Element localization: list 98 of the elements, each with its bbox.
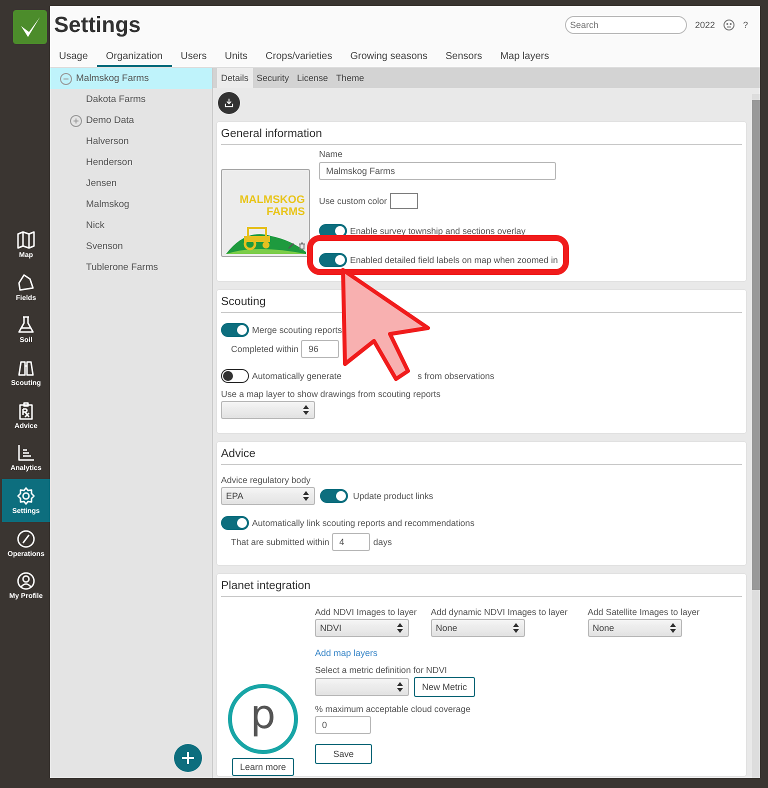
updown-icon xyxy=(512,622,520,634)
dropdown[interactable]: None xyxy=(588,619,682,637)
field-label: Use custom color xyxy=(319,196,387,206)
tree-item[interactable]: Tublerone Farms xyxy=(50,257,212,278)
toggle-switch[interactable] xyxy=(221,516,249,530)
tree-item[interactable]: Halverson xyxy=(50,131,212,152)
updown-icon xyxy=(302,404,310,416)
tree-label: Jensen xyxy=(86,178,117,189)
toggle-label: Automatically generate xyxy=(252,371,342,381)
tree-item[interactable]: Dakota Farms xyxy=(50,89,212,110)
toggle-label: Enable survey township and sections overlay xyxy=(350,226,526,236)
field-shape-icon xyxy=(16,272,36,293)
tab[interactable]: Usage xyxy=(50,51,97,67)
tab[interactable]: Sensors xyxy=(436,51,492,67)
toggle-label: Automatically link scouting reports and recommendations xyxy=(252,518,474,528)
tree-item[interactable]: Nick xyxy=(50,215,212,236)
updown-icon xyxy=(396,681,404,693)
tree-label: Demo Data xyxy=(86,115,134,126)
scrollbar[interactable] xyxy=(752,94,760,778)
tree-item[interactable]: Malmskog xyxy=(50,194,212,215)
app-logo[interactable] xyxy=(13,10,47,44)
logo-text: MALMSKOG FARMS xyxy=(238,194,305,218)
learn-more-button[interactable]: Learn more xyxy=(232,758,294,776)
toggle-switch[interactable] xyxy=(221,369,249,383)
tab[interactable]: Theme xyxy=(332,68,368,88)
settings-icon xyxy=(16,486,36,506)
download-icon xyxy=(224,96,234,110)
field-label: Completed within xyxy=(231,344,298,354)
tree-label: Tublerone Farms xyxy=(86,262,158,273)
tree-item[interactable]: Demo Data xyxy=(50,110,212,131)
search-field[interactable]: Search xyxy=(564,16,687,34)
dropdown[interactable]: None xyxy=(430,619,525,637)
field-label: That are submitted within xyxy=(231,537,330,547)
smiley-icon[interactable] xyxy=(722,19,735,31)
save-button[interactable]: Save xyxy=(315,744,372,764)
tree-label: Nick xyxy=(86,220,104,231)
tab[interactable]: Users xyxy=(172,51,216,67)
tree-label: Halverson xyxy=(86,136,129,147)
tree-item[interactable]: Svenson xyxy=(50,236,212,257)
field-label: Add NDVI Images to layer xyxy=(315,607,417,617)
updown-icon xyxy=(396,622,404,634)
toggle-label: Enabled detailed field labels on map when zoomed in xyxy=(350,255,558,265)
tab[interactable]: Security xyxy=(252,68,294,88)
tree-label: Malmskog Farms xyxy=(76,73,149,84)
gauge-icon xyxy=(16,528,36,549)
tree-label: Malmskog xyxy=(86,199,130,210)
toggle-label: s from observations xyxy=(418,371,494,381)
help-link[interactable]: ? xyxy=(742,20,748,30)
updown-icon xyxy=(668,622,677,634)
updown-icon xyxy=(302,490,310,502)
number-field[interactable]: 4 xyxy=(332,533,370,551)
tab[interactable]: Map layers xyxy=(491,51,558,67)
section-title: Advice xyxy=(221,446,742,465)
add-map-layers-link[interactable]: Add map layers xyxy=(315,648,378,658)
user-icon xyxy=(16,571,36,592)
field-label: Name xyxy=(319,149,342,159)
field-label: Advice regulatory body xyxy=(221,475,310,485)
tab[interactable]: Units xyxy=(216,51,257,67)
chart-icon xyxy=(16,443,36,464)
dropdown[interactable]: NDVI xyxy=(315,619,409,637)
tree-item[interactable]: Malmskog Farms xyxy=(50,68,212,89)
name-field[interactable]: Malmskog Farms xyxy=(319,162,556,180)
new-metric-button[interactable]: New Metric xyxy=(414,677,476,697)
tree-label: Svenson xyxy=(86,241,123,252)
toggle-label: Merge scouting reports xyxy=(252,325,342,335)
map-icon xyxy=(16,230,36,250)
dropdown[interactable]: EPA xyxy=(221,487,315,505)
download-button[interactable] xyxy=(218,92,240,114)
flask-icon xyxy=(16,315,36,336)
tab[interactable]: Details xyxy=(217,68,253,88)
plus-icon xyxy=(181,751,195,765)
tab[interactable]: Growing seasons xyxy=(341,51,436,67)
toggle-switch[interactable] xyxy=(319,253,347,267)
trash-icon[interactable] xyxy=(298,242,306,250)
unit-label: days xyxy=(373,537,392,547)
tree-label: Dakota Farms xyxy=(86,94,146,105)
tab[interactable]: License xyxy=(293,68,332,88)
number-field[interactable]: 0 xyxy=(315,716,371,734)
tree-item[interactable]: Jensen xyxy=(50,173,212,194)
toggle-label: Update product links xyxy=(353,491,434,501)
tree-label: Henderson xyxy=(86,157,132,168)
color-swatch[interactable] xyxy=(390,193,418,209)
field-label: % maximum acceptable cloud coverage xyxy=(315,704,470,714)
section-title: General information xyxy=(221,126,742,145)
tree-item[interactable]: Henderson xyxy=(50,152,212,173)
page-title: Settings xyxy=(54,12,142,38)
field-label: Add Satellite Images to layer xyxy=(588,607,700,617)
add-button[interactable] xyxy=(174,744,202,772)
field-label: Add dynamic NDVI Images to layer xyxy=(430,607,568,617)
tab[interactable]: Crops/varieties xyxy=(256,51,342,67)
field-label: Use a map layer to show drawings from scouting reports xyxy=(221,389,441,399)
planet-logo: p xyxy=(228,684,298,754)
field-label: Select a metric definition for NDVI xyxy=(315,665,448,675)
year-label: 2022 xyxy=(694,20,715,30)
section-title: Planet integration xyxy=(221,578,742,597)
number-field[interactable]: 96 xyxy=(301,340,340,358)
toggle-switch[interactable] xyxy=(221,323,249,337)
toggle-switch[interactable] xyxy=(320,489,348,503)
